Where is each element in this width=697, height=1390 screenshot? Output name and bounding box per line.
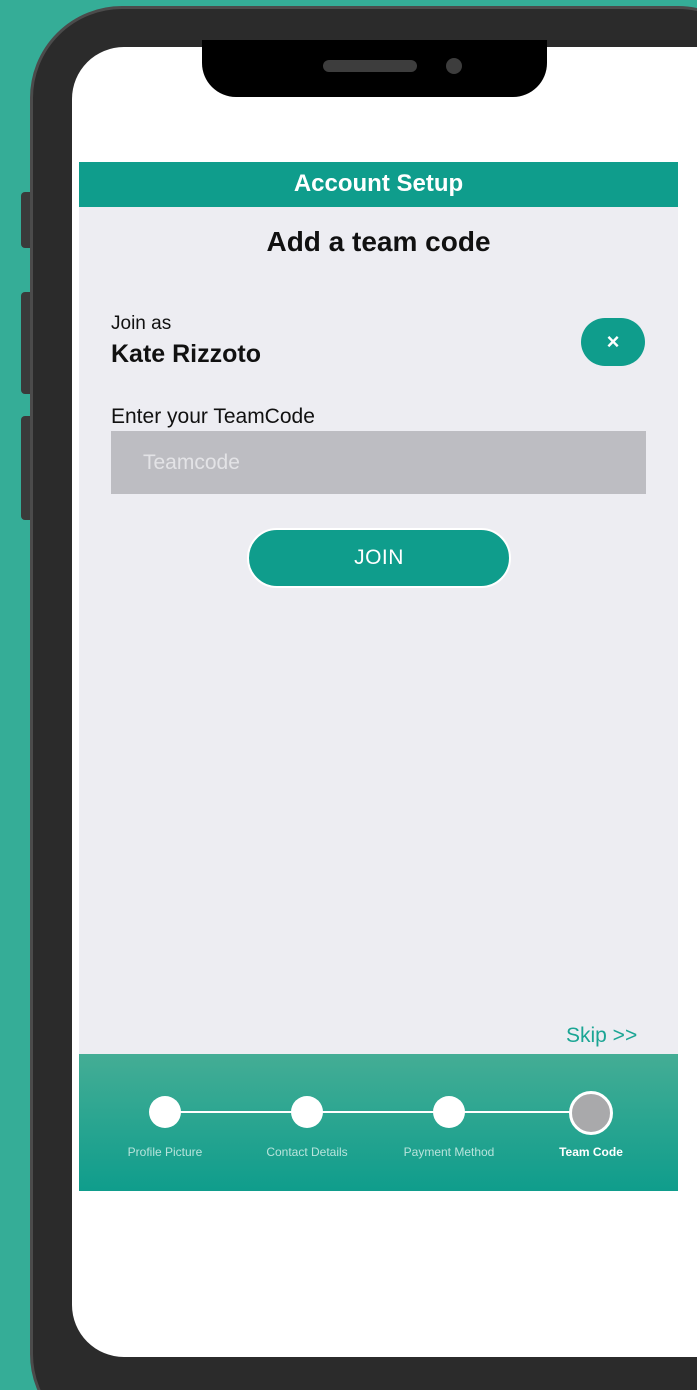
stepper-track: [165, 1111, 591, 1113]
teamcode-input[interactable]: [111, 431, 646, 494]
skip-link[interactable]: Skip >>: [566, 1024, 637, 1048]
step-label-contact-details: Contact Details: [266, 1145, 348, 1159]
header-title: Account Setup: [79, 162, 678, 207]
join-button[interactable]: JOIN: [247, 528, 511, 588]
progress-stepper: Profile Picture Contact Details Payment …: [79, 1054, 678, 1191]
close-button[interactable]: ×: [581, 318, 645, 366]
stage: Account Setup Add a team code Join as Ka…: [0, 0, 697, 1390]
step-dot-contact-details: [291, 1096, 323, 1128]
teamcode-label: Enter your TeamCode: [111, 405, 315, 428]
speaker-grille: [323, 60, 417, 72]
step-dot-profile-picture: [149, 1096, 181, 1128]
front-camera: [446, 58, 462, 74]
join-as-label: Join as: [111, 313, 172, 334]
step-dot-team-code: [569, 1091, 613, 1135]
close-icon: ×: [606, 329, 620, 354]
account-setup-screen: Account Setup Add a team code Join as Ka…: [79, 162, 678, 1191]
step-label-team-code: Team Code: [559, 1145, 623, 1159]
step-label-payment-method: Payment Method: [403, 1145, 495, 1159]
step-label-profile-picture: Profile Picture: [127, 1145, 203, 1159]
page-title: Add a team code: [266, 226, 491, 257]
user-name: Kate Rizzoto: [111, 340, 261, 368]
step-dot-payment-method: [433, 1096, 465, 1128]
